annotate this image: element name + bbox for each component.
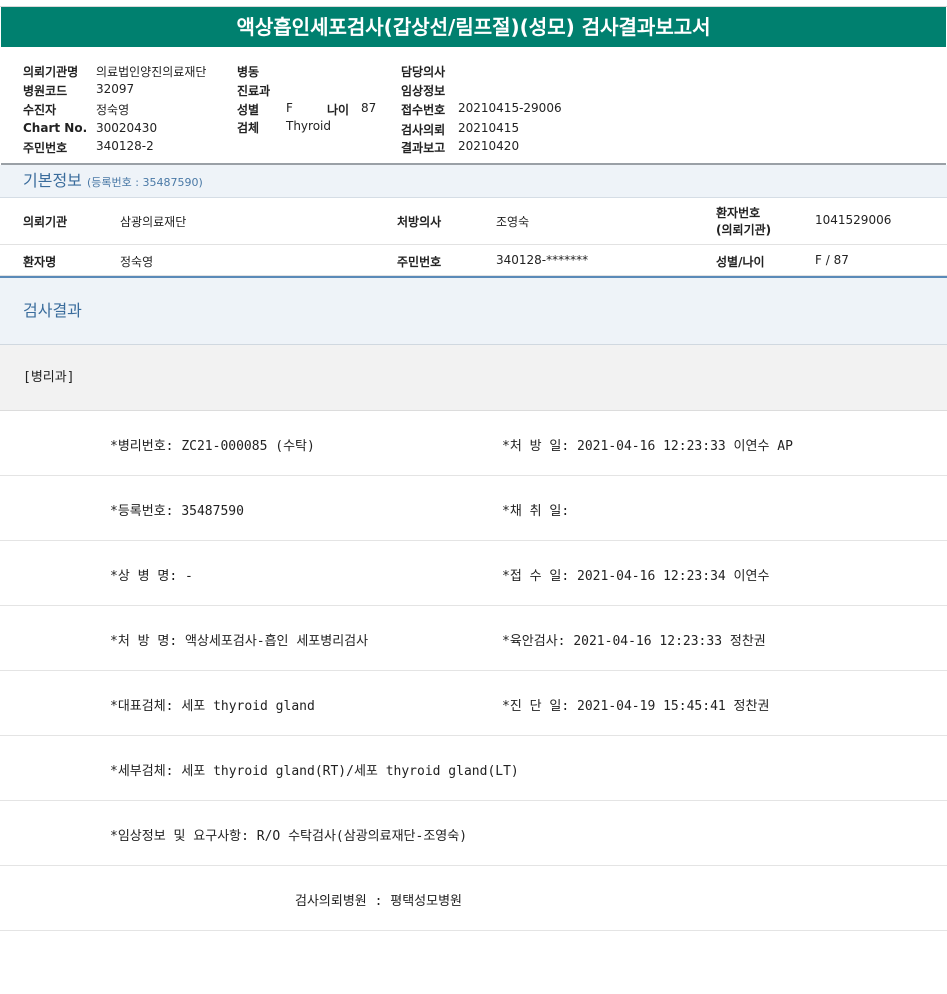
info-value-resident-no: 340128-2 [96, 139, 154, 153]
info-label-patient: 수진자 [23, 103, 57, 117]
info-label-receipt-no: 접수번호 [401, 103, 446, 117]
result-row: *등록번호: 35487590 *채 취 일: [0, 476, 947, 541]
result-left: *병리번호: ZC21-000085 (수탁) [110, 439, 315, 454]
info-label-resident-no: 주민번호 [23, 141, 68, 155]
info-label-age: 나이 [327, 103, 350, 117]
result-row: *세부검체: 세포 thyroid gland(RT)/세포 thyroid g… [0, 736, 947, 801]
basic-label-resident-no: 주민번호 [397, 255, 442, 269]
result-row-hospital: 검사의뢰병원 : 평택성모병원 [0, 866, 947, 931]
report-title: 액상흡인세포검사(갑상선/림프절)(성모) 검사결과보고서 [1, 7, 946, 47]
basic-label-patient-no-sub: (의뢰기관) [716, 223, 772, 237]
info-value-specimen: Thyroid [286, 119, 331, 133]
result-right: *육안검사: 2021-04-16 12:23:33 정찬권 [502, 634, 766, 649]
info-label-ward: 병동 [237, 65, 260, 79]
result-right: *처 방 일: 2021-04-16 12:23:33 이연수 AP [502, 439, 793, 454]
result-left: *대표검체: 세포 thyroid gland [110, 699, 315, 714]
basic-label-sex-age: 성별/나이 [716, 255, 765, 269]
result-left: *세부검체: 세포 thyroid gland(RT)/세포 thyroid g… [110, 764, 519, 779]
top-border [0, 0, 947, 7]
info-label-chart-no: Chart No. [23, 121, 88, 135]
basic-value-institution: 삼광의료재단 [120, 215, 187, 229]
result-row: *병리번호: ZC21-000085 (수탁) *처 방 일: 2021-04-… [0, 411, 947, 476]
basic-label-doctor: 처방의사 [397, 215, 442, 229]
basic-label-institution: 의뢰기관 [23, 215, 68, 229]
result-right: *채 취 일: [502, 504, 570, 519]
basic-label-patient-name: 환자명 [23, 255, 57, 269]
info-label-institution: 의뢰기관명 [23, 65, 79, 79]
basic-info-title: 기본정보 [23, 171, 82, 190]
requesting-hospital: 검사의뢰병원 : 평택성모병원 [295, 894, 463, 909]
info-value-age: 87 [361, 101, 377, 115]
info-label-report-date: 결과보고 [401, 141, 446, 155]
registration-number: (등록번호 : 35487590) [86, 176, 203, 189]
result-left: *상 병 명: - [110, 569, 193, 584]
info-label-hospital-code: 병원코드 [23, 84, 68, 98]
result-right: *진 단 일: 2021-04-19 15:45:41 정찬권 [502, 699, 770, 714]
basic-value-sex-age: F / 87 [815, 253, 849, 267]
result-row: *대표검체: 세포 thyroid gland *진 단 일: 2021-04-… [0, 671, 947, 736]
result-left: *임상정보 및 요구사항: R/O 수탁검사(삼광의료재단-조영숙) [110, 829, 468, 844]
basic-value-doctor: 조영숙 [496, 215, 530, 229]
basic-value-resident-no: 340128-******* [496, 253, 589, 267]
info-value-request-date: 20210415 [458, 121, 520, 135]
result-row: *처 방 명: 액상세포검사-흡인 세포병리검사 *육안검사: 2021-04-… [0, 606, 947, 671]
basic-label-patient-no: 환자번호 [716, 206, 761, 220]
info-label-request-date: 검사의뢰 [401, 123, 446, 137]
info-value-institution: 의료법인양진의료재단 [96, 65, 207, 79]
report-info-block: 의뢰기관명 의료법인양진의료재단 병원코드 32097 수진자 정숙영 Char… [0, 47, 947, 163]
basic-info-row: 환자명 정숙영 주민번호 340128-******* 성별/나이 F / 87 [0, 245, 947, 276]
result-left: *처 방 명: 액상세포검사-흡인 세포병리검사 [110, 634, 369, 649]
info-value-report-date: 20210420 [458, 139, 520, 153]
result-row: *임상정보 및 요구사항: R/O 수탁검사(삼광의료재단-조영숙) [0, 801, 947, 866]
basic-info-row: 의뢰기관 삼광의료재단 처방의사 조영숙 환자번호 (의뢰기관) 1041529… [0, 198, 947, 245]
info-label-sex: 성별 [237, 103, 260, 117]
result-row: *상 병 명: - *접 수 일: 2021-04-16 12:23:34 이연… [0, 541, 947, 606]
basic-info-header: 기본정보 (등록번호 : 35487590) [0, 165, 947, 198]
info-label-department: 진료과 [237, 84, 271, 98]
basic-value-patient-no: 1041529006 [815, 213, 892, 227]
basic-value-patient-name: 정숙영 [120, 255, 154, 269]
info-label-clinical-info: 임상정보 [401, 84, 446, 98]
result-left: *등록번호: 35487590 [110, 504, 244, 519]
result-right: *접 수 일: 2021-04-16 12:23:34 이연수 [502, 569, 770, 584]
info-label-doctor: 담당의사 [401, 65, 446, 79]
results-header: 검사결과 [0, 278, 947, 345]
info-value-chart-no: 30020430 [96, 121, 158, 135]
info-value-patient: 정숙영 [96, 103, 130, 117]
info-value-receipt-no: 20210415-29006 [458, 101, 562, 115]
pathology-section-header: [병리과] [0, 345, 947, 411]
info-value-sex: F [286, 101, 293, 115]
info-label-specimen: 검체 [237, 121, 260, 135]
info-value-hospital-code: 32097 [96, 82, 135, 96]
